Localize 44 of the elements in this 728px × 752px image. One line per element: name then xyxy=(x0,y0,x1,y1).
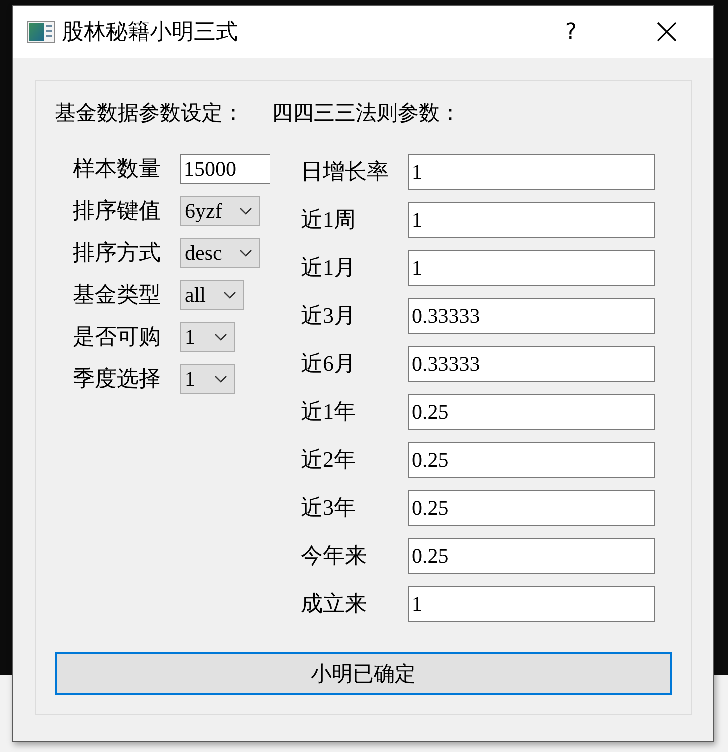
dropdown[interactable]: all xyxy=(180,280,244,310)
dropdown[interactable]: 1 xyxy=(180,322,235,352)
field-label: 日增长率 xyxy=(301,158,390,186)
text-field[interactable]: 1 xyxy=(408,250,655,286)
field-label: 今年来 xyxy=(301,542,368,570)
text-field[interactable]: 0.33333 xyxy=(408,298,655,334)
text-field[interactable]: 15000 xyxy=(180,154,270,184)
field-label: 近2年 xyxy=(301,446,357,474)
caret-icon xyxy=(240,208,252,214)
field-label: 是否可购 xyxy=(73,323,162,351)
field-label: 近1周 xyxy=(301,206,357,234)
dropdown[interactable]: 1 xyxy=(180,364,235,394)
text-field[interactable]: 0.25 xyxy=(408,490,655,526)
text-field[interactable]: 0.25 xyxy=(408,442,655,478)
text-field[interactable]: 0.33333 xyxy=(408,346,655,382)
text-field[interactable]: 0.25 xyxy=(408,538,655,574)
confirm-button[interactable]: 小明已确定 xyxy=(55,652,672,695)
field-label: 近6月 xyxy=(301,350,357,378)
section-heading: 四四三三法则参数： xyxy=(272,100,461,127)
text-field[interactable]: 1 xyxy=(408,154,655,190)
field-label: 近3月 xyxy=(301,302,357,330)
caret-icon xyxy=(240,250,252,256)
field-label: 季度选择 xyxy=(73,365,162,393)
field-label: 成立来 xyxy=(301,590,368,618)
caret-icon xyxy=(215,376,227,382)
text-field[interactable]: 0.25 xyxy=(408,394,655,430)
field-label: 基金类型 xyxy=(73,281,162,309)
dropdown[interactable]: desc xyxy=(180,238,260,268)
text-field[interactable]: 1 xyxy=(408,202,655,238)
field-label: 样本数量 xyxy=(73,155,162,183)
app-icon xyxy=(27,21,55,43)
field-label: 排序键值 xyxy=(73,197,162,225)
field-label: 近1月 xyxy=(301,254,357,282)
close-icon xyxy=(657,22,677,42)
help-button[interactable]: ? xyxy=(557,12,585,52)
field-label: 近1年 xyxy=(301,398,357,426)
window-title: 股林秘籍小明三式 xyxy=(62,19,238,47)
text-field[interactable]: 1 xyxy=(408,586,655,622)
caret-icon xyxy=(215,334,227,340)
dropdown[interactable]: 6yzf xyxy=(180,196,260,226)
caret-icon xyxy=(224,292,236,298)
field-label: 近3年 xyxy=(301,494,357,522)
field-label: 排序方式 xyxy=(73,239,162,267)
section-heading: 基金数据参数设定： xyxy=(55,100,244,127)
